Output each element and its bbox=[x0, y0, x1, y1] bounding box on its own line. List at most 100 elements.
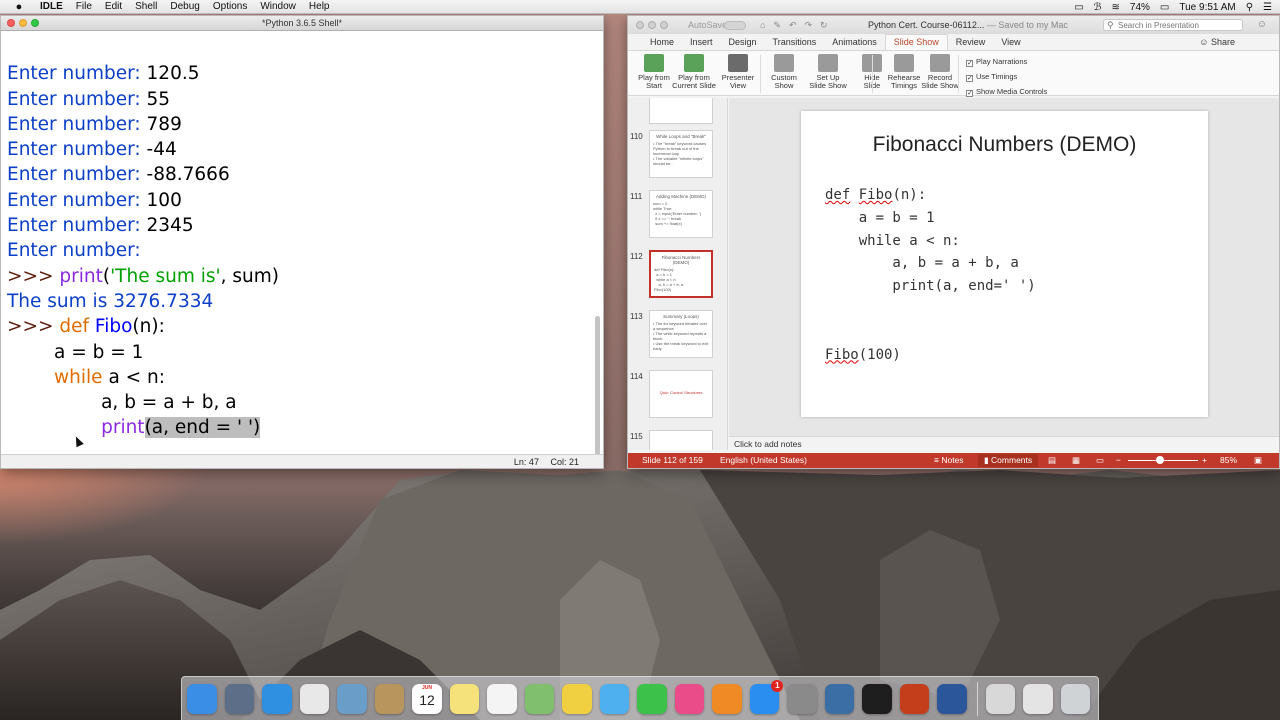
autosave-toggle[interactable] bbox=[724, 21, 746, 30]
menu-window[interactable]: Window bbox=[260, 1, 296, 12]
set-up-slide-show-button[interactable]: Set Up Slide Show bbox=[806, 54, 850, 90]
documents-stack-icon[interactable] bbox=[1023, 683, 1053, 714]
slide-thumbnail[interactable]: Summary (Loops) • The for keyword iterate… bbox=[649, 310, 713, 358]
battery-percent[interactable]: 74% bbox=[1130, 2, 1150, 13]
maps-icon[interactable] bbox=[524, 683, 555, 714]
checkbox-play-narrations[interactable]: ✓ Play Narrations bbox=[966, 54, 1047, 69]
tab-review[interactable]: Review bbox=[948, 37, 994, 50]
record-slide-show-button[interactable]: Record Slide Show bbox=[918, 54, 962, 90]
zoom-slider-handle[interactable] bbox=[1156, 456, 1164, 464]
system-preferences-icon[interactable] bbox=[787, 683, 817, 714]
chrome-icon[interactable] bbox=[299, 683, 330, 714]
slide-thumbnail[interactable]: 8.1 Open and write to a text file bbox=[649, 430, 713, 450]
fit-to-window-icon[interactable]: ▣ bbox=[1254, 453, 1262, 468]
menu-file[interactable]: File bbox=[76, 1, 92, 12]
reading-view-icon[interactable]: ▭ bbox=[1096, 453, 1104, 468]
notes-toggle-button[interactable]: ≡ Notes bbox=[934, 453, 964, 468]
tab-animations[interactable]: Animations bbox=[824, 37, 885, 50]
safari-icon[interactable] bbox=[262, 683, 292, 714]
contacts-icon[interactable] bbox=[374, 683, 405, 714]
zoom-button[interactable] bbox=[31, 19, 39, 27]
calendar-icon[interactable]: JUN 12 bbox=[412, 683, 442, 714]
word-icon[interactable] bbox=[937, 683, 967, 714]
comments-button[interactable]: ▮ Comments bbox=[978, 454, 1039, 467]
ppt-search-input[interactable]: ⚲ Search in Presentation bbox=[1103, 19, 1243, 31]
facetime-icon[interactable] bbox=[637, 683, 667, 714]
tab-transitions[interactable]: Transitions bbox=[765, 37, 825, 50]
play-from-current-slide-button[interactable]: Play from Current Slide bbox=[672, 54, 716, 90]
menu-idle[interactable]: IDLE bbox=[40, 1, 63, 12]
apple-menu-icon[interactable]: ● bbox=[12, 1, 26, 13]
play-from-start-button[interactable]: Play from Start bbox=[632, 54, 676, 90]
ppt-close-button[interactable] bbox=[636, 21, 644, 29]
tab-home[interactable]: Home bbox=[642, 37, 682, 50]
share-button[interactable]: ☺ Share bbox=[1199, 37, 1235, 47]
ibooks-icon[interactable] bbox=[712, 683, 742, 714]
finder-icon[interactable] bbox=[187, 683, 217, 714]
notes-pane[interactable]: Click to add notes bbox=[729, 436, 1279, 450]
zoom-in-icon[interactable]: + bbox=[1202, 453, 1207, 468]
tab-design[interactable]: Design bbox=[721, 37, 765, 50]
itunes-icon[interactable] bbox=[674, 683, 705, 714]
close-button[interactable] bbox=[7, 19, 15, 27]
ppt-zoom-button[interactable] bbox=[660, 21, 668, 29]
ppt-titlebar[interactable]: AutoSave ⌂✎↶↷↻ Python Cert. Course-06112… bbox=[628, 16, 1279, 34]
notes-icon[interactable] bbox=[449, 683, 480, 714]
notification-center-icon[interactable]: ☰ bbox=[1263, 2, 1272, 13]
ppt-minimize-button[interactable] bbox=[648, 21, 656, 29]
wifi-icon[interactable]: ≋ bbox=[1112, 2, 1120, 13]
ribbon-button-label: View bbox=[729, 81, 747, 90]
slide-thumbnail[interactable]: Fibonacci Numbers (DEMO) def Fibo(n): a =… bbox=[649, 250, 713, 298]
photos-icon[interactable] bbox=[562, 683, 592, 714]
slide-code-block[interactable]: def Fibo(n): a = b = 1 while a < n: a, b… bbox=[825, 184, 1036, 366]
slide-thumbnail[interactable] bbox=[649, 98, 713, 124]
menu-shell[interactable]: Shell bbox=[135, 1, 157, 12]
downloads-stack-icon[interactable] bbox=[985, 683, 1016, 714]
messages-icon[interactable] bbox=[599, 683, 630, 714]
terminal-icon[interactable] bbox=[862, 683, 892, 714]
tab-slide-show[interactable]: Slide Show bbox=[884, 34, 948, 50]
launchpad-icon[interactable] bbox=[224, 683, 255, 714]
powerpoint-icon[interactable] bbox=[899, 683, 930, 714]
zoom-out-icon[interactable]: − bbox=[1116, 453, 1121, 468]
checkbox-show-media-controls[interactable]: ✓ Show Media Controls bbox=[966, 84, 1047, 99]
check-icon: ✓ bbox=[966, 60, 973, 67]
reminders-icon[interactable] bbox=[487, 683, 517, 714]
slide-counter: Slide 112 of 159 bbox=[642, 455, 703, 465]
shell-text-span: -88.7666 bbox=[146, 164, 230, 186]
menu-help[interactable]: Help bbox=[309, 1, 330, 12]
shell-scrollbar[interactable] bbox=[595, 316, 600, 456]
spotlight-icon[interactable]: ⚲ bbox=[1246, 2, 1253, 13]
slide-thumbnails-pane[interactable]: 110 While Loops and "Break" • The "break" … bbox=[628, 98, 728, 450]
airplay-icon[interactable]: ▭ bbox=[1074, 2, 1083, 13]
slide-thumbnail[interactable]: While Loops and "Break" • The "break" key… bbox=[649, 130, 713, 178]
slide-title[interactable]: Fibonacci Numbers (DEMO) bbox=[801, 133, 1208, 157]
quick-access-toolbar[interactable]: ⌂✎↶↷↻ bbox=[760, 16, 836, 34]
slide-sorter-icon[interactable]: ▦ bbox=[1072, 453, 1080, 468]
idle-titlebar[interactable]: *Python 3.6.5 Shell* bbox=[1, 16, 603, 31]
trash-icon[interactable] bbox=[1060, 683, 1091, 714]
custom-show-button[interactable]: Custom Show bbox=[762, 54, 806, 90]
shell-output[interactable]: Enter number: 120.5 Enter number: 55 Enter… bbox=[7, 36, 595, 454]
tab-insert[interactable]: Insert bbox=[682, 37, 721, 50]
zoom-level[interactable]: 85% bbox=[1220, 453, 1237, 468]
bluetooth-icon[interactable]: ℬ bbox=[1094, 2, 1102, 13]
menu-debug[interactable]: Debug bbox=[170, 1, 199, 12]
menu-edit[interactable]: Edit bbox=[105, 1, 122, 12]
tab-view[interactable]: View bbox=[993, 37, 1028, 50]
slide-thumbnail[interactable]: Adding Machine (DEMO) sum = 0 while True:… bbox=[649, 190, 713, 238]
language-indicator[interactable]: English (United States) bbox=[720, 453, 807, 468]
normal-view-icon[interactable]: ▤ bbox=[1048, 453, 1056, 468]
preview-icon[interactable] bbox=[337, 683, 367, 714]
slide-thumbnail[interactable]: Quiz: Control Structures bbox=[649, 370, 713, 418]
clock[interactable]: Tue 9:51 AM bbox=[1179, 2, 1235, 13]
checkbox-use-timings[interactable]: ✓ Use Timings bbox=[966, 69, 1047, 84]
menu-options[interactable]: Options bbox=[213, 1, 247, 12]
appstore-icon[interactable]: 1 bbox=[749, 679, 784, 714]
current-slide[interactable]: Fibonacci Numbers (DEMO) def Fibo(n): a … bbox=[801, 111, 1208, 417]
battery-icon[interactable]: ▭ bbox=[1160, 2, 1169, 13]
feedback-smiley-icon[interactable]: ☺ bbox=[1257, 16, 1267, 34]
minimize-button[interactable] bbox=[19, 19, 27, 27]
presenter-view-button[interactable]: Presenter View bbox=[716, 54, 760, 90]
python-idle-icon[interactable] bbox=[824, 683, 855, 714]
